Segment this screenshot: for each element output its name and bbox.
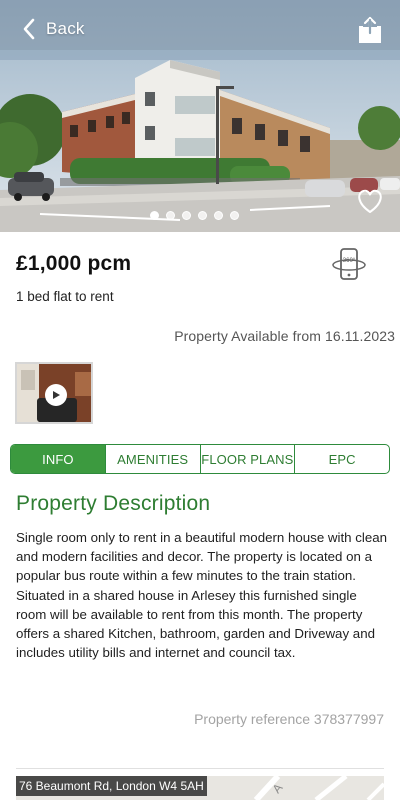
gallery-dot[interactable] [166, 211, 175, 220]
gallery-dot[interactable] [214, 211, 223, 220]
gallery-dot[interactable] [198, 211, 207, 220]
tab-info[interactable]: INFO [11, 445, 106, 473]
tab-floor-plans[interactable]: FLOOR PLANS [201, 445, 296, 473]
location-map[interactable]: A 76 Beaumont Rd, London W4 5AH [16, 776, 384, 800]
property-type: 1 bed flat to rent [16, 289, 114, 304]
availability-date: Property Available from 16.11.2023 [174, 328, 395, 344]
listing-price: £1,000 pcm [16, 252, 132, 275]
heart-icon[interactable] [355, 187, 385, 215]
chevron-left-icon [23, 18, 35, 40]
property-photo-gallery[interactable]: Back [0, 0, 400, 232]
section-divider [16, 768, 384, 769]
tab-amenities[interactable]: AMENITIES [106, 445, 201, 473]
detail-tabs: INFO AMENITIES FLOOR PLANS EPC [10, 444, 390, 474]
description-title: Property Description [16, 492, 211, 515]
back-label: Back [46, 19, 85, 38]
phone-360-icon[interactable]: 360° [331, 247, 367, 281]
svg-text:360°: 360° [343, 258, 356, 264]
tab-epc[interactable]: EPC [295, 445, 389, 473]
gallery-dot[interactable] [230, 211, 239, 220]
share-icon[interactable] [357, 16, 383, 44]
gallery-dot[interactable] [150, 211, 159, 220]
map-address-label: 76 Beaumont Rd, London W4 5AH [16, 776, 207, 796]
play-icon [45, 384, 67, 406]
gallery-pagination-dots[interactable] [150, 211, 239, 220]
video-tour-thumbnail[interactable] [15, 362, 93, 424]
back-button[interactable]: Back [22, 16, 85, 42]
description-body: Single room only to rent in a beautiful … [16, 530, 388, 661]
gallery-dot[interactable] [182, 211, 191, 220]
property-reference: Property reference 378377997 [194, 711, 384, 727]
